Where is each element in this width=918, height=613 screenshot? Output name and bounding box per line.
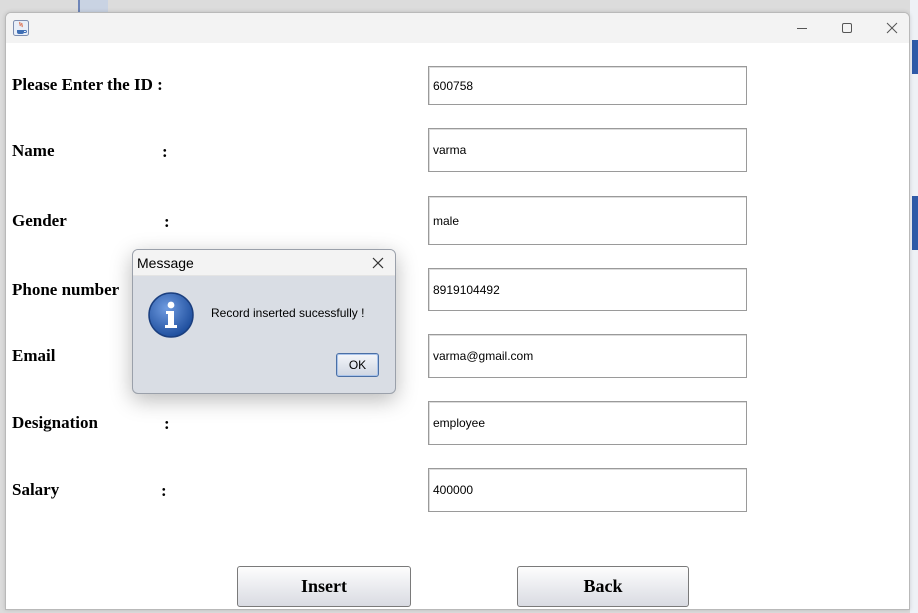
background-accent <box>912 196 918 250</box>
close-icon <box>372 257 384 269</box>
gender-field[interactable]: male <box>428 196 747 245</box>
dialog-title: Message <box>137 255 194 271</box>
name-label: Name <box>12 141 55 160</box>
maximize-button[interactable] <box>824 13 870 43</box>
background-window-right <box>910 0 918 613</box>
email-field[interactable]: varma@gmail.com <box>428 334 747 378</box>
message-dialog: Message Record inserted sucessfully ! OK <box>132 249 396 394</box>
background-accent <box>912 40 918 74</box>
phone-field[interactable]: 8919104492 <box>428 268 747 311</box>
title-bar[interactable] <box>6 13 909 43</box>
salary-label: Salary <box>12 480 60 499</box>
id-label: Please Enter the ID : <box>12 75 163 94</box>
background-window-edge <box>78 0 108 12</box>
ok-button[interactable]: OK <box>336 353 379 377</box>
name-colon: : <box>162 142 168 161</box>
dialog-close-button[interactable] <box>369 254 387 272</box>
dialog-message: Record inserted sucessfully ! <box>211 306 365 320</box>
insert-button[interactable]: Insert <box>237 566 411 607</box>
email-label: Email <box>12 346 56 365</box>
gender-colon: : <box>164 212 170 231</box>
id-field[interactable]: 600758 <box>428 66 747 105</box>
minimize-icon <box>797 28 807 29</box>
close-window-button[interactable] <box>869 13 909 43</box>
java-cup-icon <box>13 20 29 36</box>
close-icon <box>886 22 898 34</box>
designation-field[interactable]: employee <box>428 401 747 445</box>
dialog-title-bar[interactable]: Message <box>133 250 395 276</box>
gender-label: Gender <box>12 211 67 230</box>
maximize-icon <box>842 23 852 33</box>
designation-colon: : <box>164 414 170 433</box>
phone-label: Phone number <box>12 280 120 299</box>
name-field[interactable]: varma <box>428 128 747 172</box>
salary-colon: : <box>161 481 167 500</box>
minimize-button[interactable] <box>779 13 825 43</box>
back-button[interactable]: Back <box>517 566 689 607</box>
info-icon <box>147 291 195 339</box>
salary-field[interactable]: 400000 <box>428 468 747 512</box>
designation-label: Designation <box>12 413 98 432</box>
